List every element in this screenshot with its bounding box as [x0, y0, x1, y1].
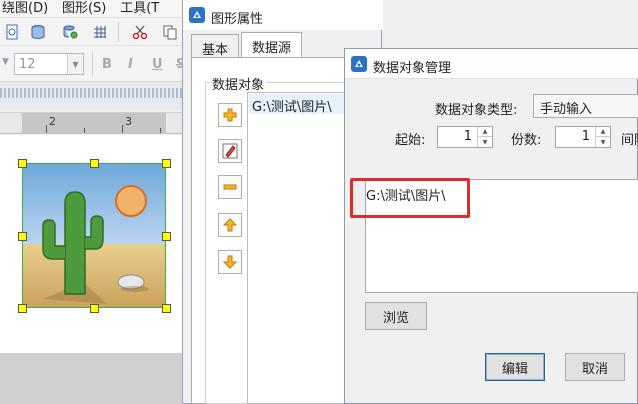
edit-confirm-button[interactable]: 编辑: [485, 353, 545, 381]
resize-handle-sw[interactable]: [18, 304, 27, 313]
ruler-label: 3: [125, 115, 132, 128]
highlight-annotation: [350, 178, 470, 218]
move-down-button[interactable]: [218, 250, 242, 274]
edit-button[interactable]: [218, 139, 242, 163]
dropdown-arrow-icon[interactable]: ▼: [2, 57, 9, 67]
interval-label: 间隔: [621, 133, 638, 148]
underline-button[interactable]: U: [152, 57, 163, 72]
tab-strip-pattern: [0, 88, 190, 98]
toolbar-separator: [92, 52, 93, 76]
ruler-label: 2: [49, 115, 56, 128]
resize-handle-nw[interactable]: [18, 159, 27, 168]
resize-handle-e[interactable]: [162, 232, 171, 241]
app-icon: [189, 7, 205, 23]
menu-tools[interactable]: 工具(T: [120, 0, 159, 16]
ruler-tick: [46, 125, 47, 133]
ruler-active-range: [22, 113, 166, 134]
edit-label: 编辑: [501, 361, 528, 377]
grid-icon[interactable]: [90, 22, 110, 42]
tab-label: 基本: [202, 43, 229, 58]
dialog-title-bar[interactable]: 图形属性: [183, 0, 383, 30]
spin-down-icon[interactable]: ▼: [478, 137, 492, 147]
data-object-management-dialog: 数据对象管理 数据对象类型: 手动输入 起始: 1 ▲▼ 份数: 1 ▲▼ 间隔…: [344, 48, 638, 404]
cancel-label: 取消: [581, 361, 608, 377]
cancel-button[interactable]: 取消: [565, 353, 625, 381]
chevron-down-icon[interactable]: ▼: [67, 54, 83, 74]
database-settings-icon[interactable]: [60, 22, 80, 42]
italic-button[interactable]: I: [128, 57, 133, 72]
add-button[interactable]: [218, 103, 242, 127]
tab-label: 数据源: [252, 41, 292, 56]
copy-icon[interactable]: [160, 22, 180, 42]
ruler-tick: [122, 125, 123, 133]
database-icon[interactable]: [28, 22, 48, 42]
arrow-down-icon: [222, 255, 238, 269]
pencil-icon: [222, 143, 238, 159]
spin-up-icon[interactable]: ▲: [478, 127, 492, 137]
resize-handle-w[interactable]: [18, 232, 27, 241]
start-value: 1: [463, 129, 472, 144]
cut-icon[interactable]: [130, 22, 150, 42]
spinner-arrows[interactable]: ▲ ▼: [477, 127, 492, 147]
copies-label: 份数:: [511, 133, 542, 148]
spinner-arrows[interactable]: ▲ ▼: [595, 127, 610, 147]
main-toolbar: [0, 18, 190, 46]
tab-basic[interactable]: 基本: [191, 34, 240, 58]
start-label: 起始:: [395, 133, 426, 148]
browse-button[interactable]: 浏览: [365, 302, 427, 330]
ruler-tick: [160, 128, 161, 133]
dialog-title: 数据对象管理: [373, 61, 452, 76]
arrow-up-icon: [222, 218, 238, 232]
zoom-page-icon[interactable]: [2, 22, 22, 42]
tab-data-source[interactable]: 数据源: [241, 32, 303, 58]
format-toolbar: ▼ 12 ▼ B I U S: [0, 46, 190, 82]
type-select[interactable]: 手动输入: [533, 94, 638, 118]
font-size-value: 12: [19, 57, 36, 72]
type-value: 手动输入: [540, 102, 593, 117]
menu-draw[interactable]: 绕图(D): [2, 0, 48, 16]
menu-bar: 绕图(D) 图形(S) 工具(T: [0, 0, 200, 18]
spin-down-icon[interactable]: ▼: [596, 137, 610, 147]
cactus-image[interactable]: [22, 163, 166, 308]
copies-spinner[interactable]: 1 ▲ ▼: [555, 126, 611, 148]
copies-value: 1: [581, 129, 590, 144]
start-spinner[interactable]: 1 ▲ ▼: [437, 126, 493, 148]
horizontal-ruler: 2 3: [0, 112, 190, 134]
dialog-title-bar[interactable]: 数据对象管理: [345, 49, 638, 79]
font-size-select[interactable]: 12 ▼: [14, 53, 84, 75]
resize-handle-ne[interactable]: [162, 159, 171, 168]
canvas-margin: [0, 353, 190, 404]
spin-up-icon[interactable]: ▲: [596, 127, 610, 137]
document-tab-strip: [0, 82, 190, 110]
dialog-title: 图形属性: [211, 12, 264, 27]
type-label: 数据对象类型:: [435, 103, 518, 118]
browse-label: 浏览: [382, 310, 409, 326]
remove-button[interactable]: [218, 175, 242, 199]
ruler-tick: [84, 128, 85, 133]
move-up-button[interactable]: [218, 213, 242, 237]
resize-handle-n[interactable]: [90, 159, 99, 168]
data-object-group-label: 数据对象: [210, 74, 267, 93]
resize-handle-s[interactable]: [90, 304, 99, 313]
app-icon: [351, 56, 367, 72]
toolbar-separator: [118, 22, 119, 42]
bold-button[interactable]: B: [102, 57, 112, 72]
resize-handle-se[interactable]: [162, 304, 171, 313]
menu-shape[interactable]: 图形(S): [62, 0, 106, 16]
plus-icon: [223, 108, 237, 122]
minus-icon: [223, 184, 237, 190]
